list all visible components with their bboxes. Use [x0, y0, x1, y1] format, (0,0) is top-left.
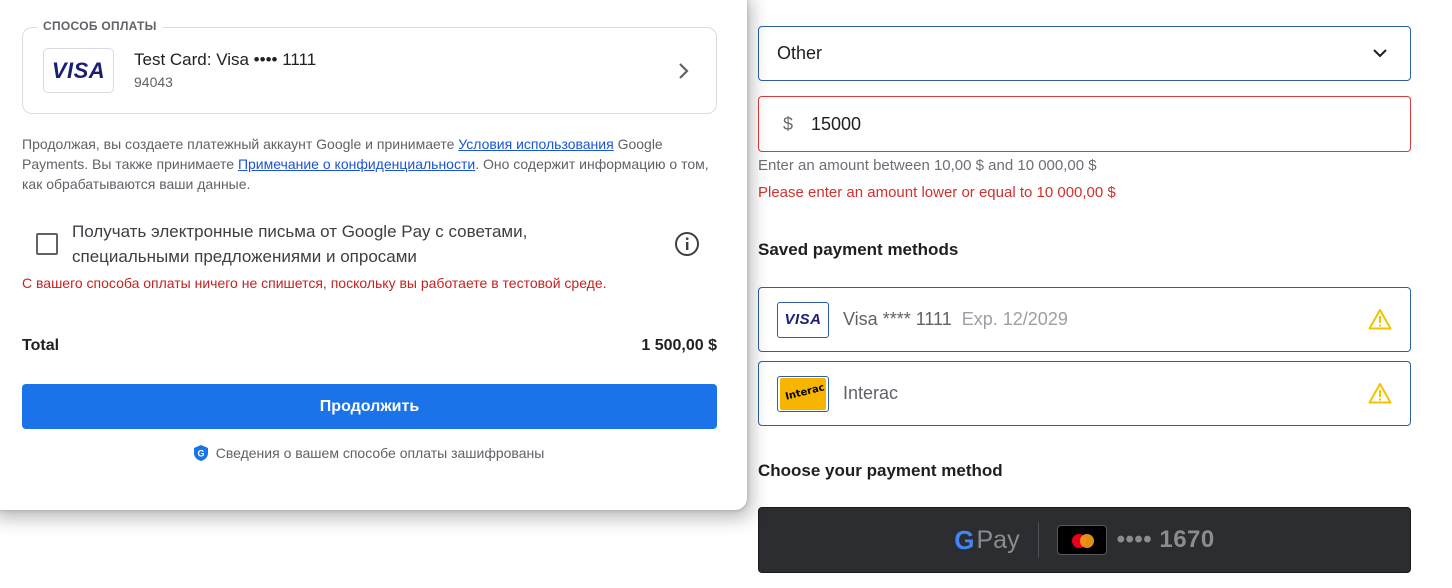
payment-method-legend: СПОСОБ ОПЛАТЫ: [37, 19, 163, 33]
saved-method-visa[interactable]: VISA Visa **** 1111 Exp. 12/2029: [758, 287, 1411, 352]
amount-error: Please enter an amount lower or equal to…: [758, 184, 1116, 201]
info-icon[interactable]: [674, 231, 700, 257]
saved-method-name: Visa **** 1111: [843, 309, 952, 329]
terms-of-service-link[interactable]: Условия использования: [458, 136, 613, 152]
amount-hint: Enter an amount between 10,00 $ and 10 0…: [758, 157, 1097, 174]
email-opt-in-label: Получать электронные письма от Google Pa…: [72, 222, 528, 266]
test-environment-warning: С вашего способа оплаты ничего не спишет…: [22, 275, 607, 291]
currency-symbol: $: [783, 113, 794, 134]
shield-icon: G: [193, 445, 208, 461]
amount-select-value: Other: [777, 43, 823, 63]
interac-logo: Interac: [777, 375, 829, 412]
continue-button[interactable]: Продолжить: [22, 384, 717, 429]
email-opt-in-checkbox[interactable]: [36, 233, 58, 255]
google-g-logo: G: [954, 524, 975, 555]
amount-select[interactable]: Other: [758, 26, 1411, 81]
google-pay-button[interactable]: G Pay •••• 1670: [758, 507, 1411, 573]
saved-method-interac[interactable]: Interac Interac: [758, 361, 1411, 426]
mastercard-icon: [1056, 525, 1107, 555]
chevron-down-icon: [1373, 49, 1387, 58]
saved-method-expiry: Exp. 12/2029: [961, 309, 1068, 329]
svg-text:G: G: [197, 449, 204, 459]
card-postal-code: 94043: [134, 74, 173, 90]
amount-input[interactable]: $ 15000: [758, 96, 1411, 152]
saved-methods-heading: Saved payment methods: [758, 240, 959, 259]
visa-logo: VISA: [43, 48, 114, 93]
total-value: 1 500,00 $: [641, 337, 717, 354]
payment-method-card[interactable]: СПОСОБ ОПЛАТЫ VISA Test Card: Visa •••• …: [22, 19, 717, 114]
warning-icon: [1368, 309, 1392, 330]
saved-method-name: Interac: [843, 383, 899, 403]
visa-logo: VISA: [777, 301, 829, 338]
secure-note: G Сведения о вашем способе оплаты зашифр…: [0, 444, 747, 462]
divider: [1037, 522, 1039, 558]
gpay-pay-label: Pay: [976, 525, 1020, 554]
google-pay-dialog: СПОСОБ ОПЛАТЫ VISA Test Card: Visa •••• …: [0, 0, 747, 510]
amount-value: 15000: [811, 113, 862, 134]
chevron-right-icon: [679, 63, 689, 79]
privacy-notice-link[interactable]: Примечание о конфиденциальности: [238, 156, 475, 172]
warning-icon: [1368, 383, 1392, 404]
choose-method-heading: Choose your payment method: [758, 461, 1003, 480]
gpay-card-digits: •••• 1670: [1116, 526, 1215, 553]
total-label: Total: [22, 337, 60, 354]
terms-text: Продолжая, вы создаете платежный аккаунт…: [22, 136, 709, 192]
card-title: Test Card: Visa •••• 1111: [134, 50, 317, 69]
